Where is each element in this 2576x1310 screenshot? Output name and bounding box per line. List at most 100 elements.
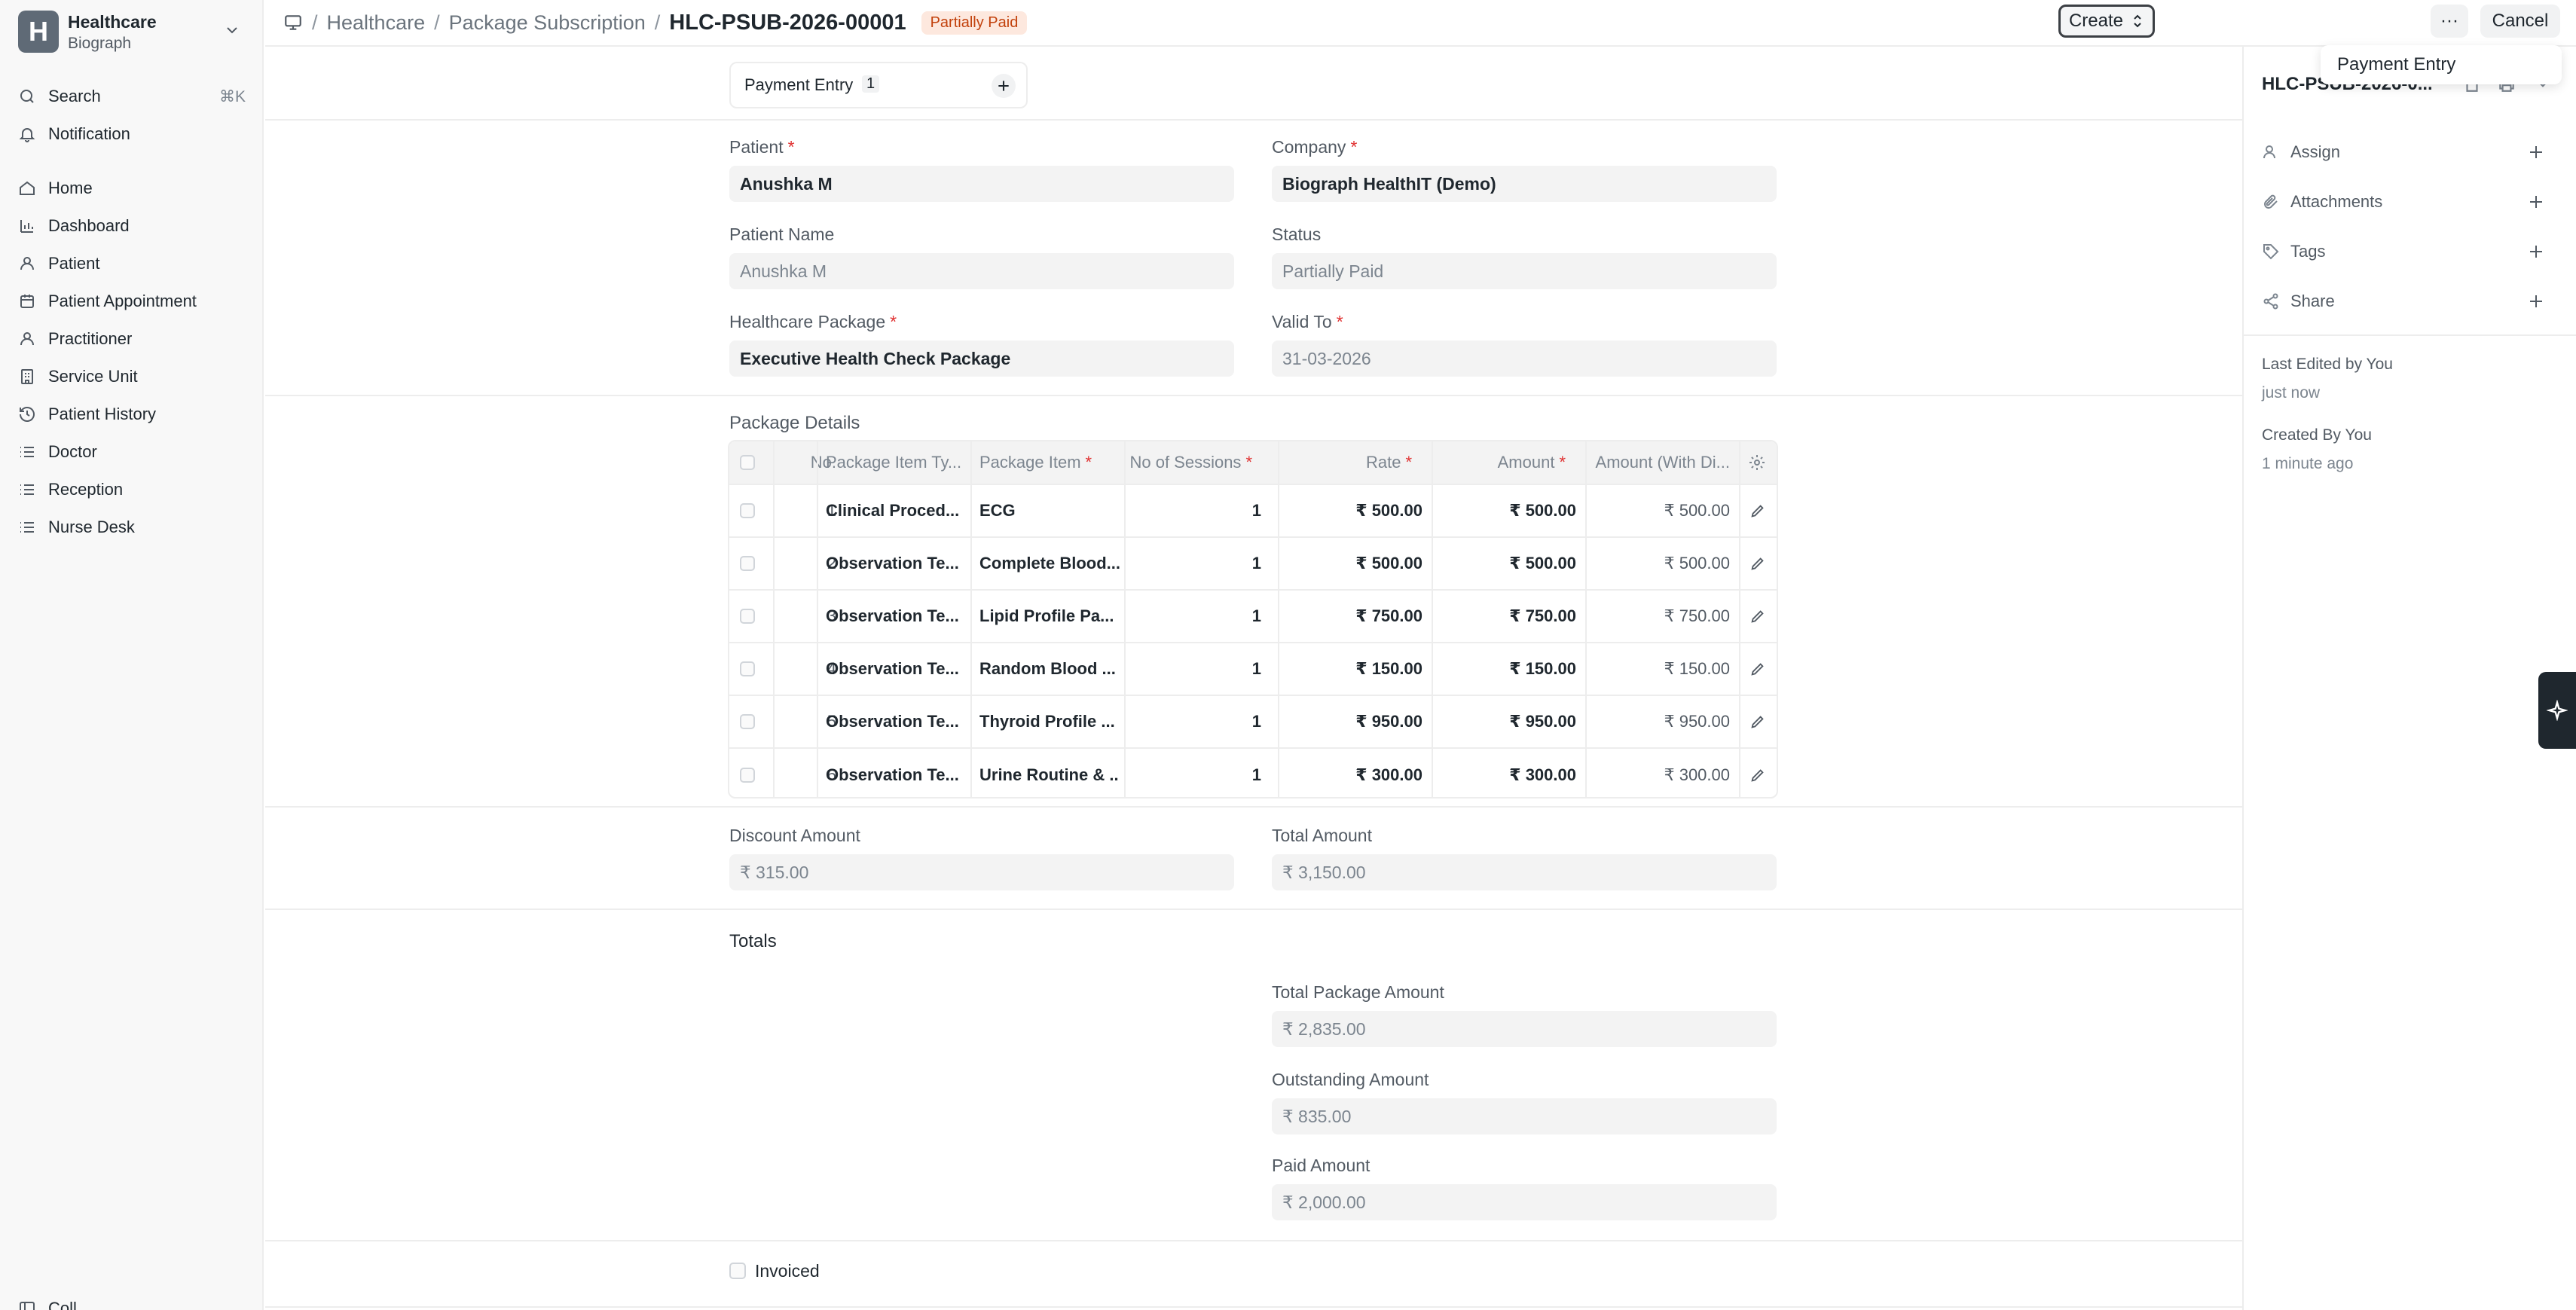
plus-icon[interactable] bbox=[2527, 143, 2545, 161]
add-payment-entry-button[interactable] bbox=[992, 74, 1016, 98]
cancel-button[interactable]: Cancel bbox=[2480, 5, 2560, 38]
sidebar-item-practitioner[interactable]: Practitioner bbox=[18, 322, 256, 356]
edit-row-button[interactable] bbox=[1749, 591, 1777, 642]
no-of-sessions-cell[interactable]: 1 bbox=[1124, 643, 1270, 695]
invoiced-checkbox[interactable] bbox=[729, 1263, 746, 1279]
rate-cell[interactable]: ₹ 500.00 bbox=[1278, 485, 1432, 536]
row-checkbox[interactable] bbox=[740, 714, 755, 729]
package-item-cell[interactable]: Random Blood ... bbox=[979, 643, 1120, 695]
sidebar-notification[interactable]: Notification bbox=[18, 118, 256, 151]
section-divider bbox=[265, 1306, 2242, 1308]
amount-cell[interactable]: ₹ 500.00 bbox=[1432, 538, 1585, 589]
edit-row-button[interactable] bbox=[1749, 696, 1777, 747]
edit-row-button[interactable] bbox=[1749, 749, 1777, 797]
breadcrumb-healthcare[interactable]: Healthcare bbox=[327, 11, 426, 35]
table-row[interactable]: 6 Observation Te... Urine Routine & ... 1 ₹ … bbox=[729, 749, 1777, 797]
table-row[interactable]: 3 Observation Te... Lipid Profile Pa... 1 ₹ … bbox=[729, 591, 1777, 643]
package-item-cell[interactable]: Lipid Profile Pa... bbox=[979, 591, 1120, 642]
package-item-cell[interactable]: Thyroid Profile ... bbox=[979, 696, 1120, 747]
no-of-sessions-cell[interactable]: 1 bbox=[1124, 696, 1270, 747]
more-actions-button[interactable]: ··· bbox=[2431, 5, 2468, 38]
edit-row-button[interactable] bbox=[1749, 643, 1777, 695]
sidebar-item-home[interactable]: Home bbox=[18, 172, 256, 205]
healthcare-package-field[interactable]: Executive Health Check Package bbox=[729, 340, 1234, 377]
row-checkbox[interactable] bbox=[740, 768, 755, 783]
table-row[interactable]: 5 Observation Te... Thyroid Profile ... 1 ₹ … bbox=[729, 696, 1777, 749]
paperclip-icon bbox=[2264, 194, 2278, 209]
plus-icon[interactable] bbox=[2527, 292, 2545, 310]
package-item-type-cell[interactable]: Observation Te... bbox=[826, 749, 966, 797]
rate-cell[interactable]: ₹ 150.00 bbox=[1278, 643, 1432, 695]
table-row[interactable]: 4 Observation Te... Random Blood ... 1 ₹ 150… bbox=[729, 643, 1777, 696]
no-of-sessions-cell[interactable]: 1 bbox=[1124, 485, 1270, 536]
package-item-type-cell[interactable]: Observation Te... bbox=[826, 591, 966, 642]
breadcrumb-separator: / bbox=[312, 11, 318, 34]
created-by-label: Created By You bbox=[2262, 426, 2372, 444]
sidebar-item-patient[interactable]: Patient bbox=[18, 247, 256, 280]
discount-amount-label: Discount Amount bbox=[729, 826, 860, 845]
sidebar-item-reception[interactable]: Reception bbox=[18, 473, 256, 506]
create-dropdown-item-payment-entry[interactable]: Payment Entry bbox=[2321, 45, 2562, 84]
breadcrumb-package-subscription[interactable]: Package Subscription bbox=[449, 11, 646, 35]
row-checkbox[interactable] bbox=[740, 556, 755, 571]
sidebar-item-doctor[interactable]: Doctor bbox=[18, 435, 256, 469]
table-row[interactable]: 1 Clinical Proced... ECG 1 ₹ 500.00 ₹ 500.00 ₹… bbox=[729, 485, 1777, 538]
assign-row[interactable]: Assign bbox=[2262, 137, 2556, 167]
row-checkbox[interactable] bbox=[740, 661, 755, 676]
select-all-checkbox[interactable] bbox=[740, 455, 755, 470]
patient-field[interactable]: Anushka M bbox=[729, 166, 1234, 202]
select-all-cell bbox=[740, 441, 762, 484]
rate-cell[interactable]: ₹ 950.00 bbox=[1278, 696, 1432, 747]
connections-payment-entry[interactable]: Payment Entry 1 bbox=[729, 62, 1028, 108]
sidebar-item-nurse-desk[interactable]: Nurse Desk bbox=[18, 511, 256, 544]
no-of-sessions-cell[interactable]: 1 bbox=[1124, 538, 1270, 589]
company-field[interactable]: Biograph HealthIT (Demo) bbox=[1272, 166, 1777, 202]
plus-icon bbox=[998, 81, 1009, 91]
plus-icon[interactable] bbox=[2527, 193, 2545, 211]
rate-cell[interactable]: ₹ 500.00 bbox=[1278, 538, 1432, 589]
sidebar-item-dashboard[interactable]: Dashboard bbox=[18, 209, 256, 243]
package-item-cell[interactable]: Urine Routine & ... bbox=[979, 749, 1120, 797]
package-item-type-cell[interactable]: Observation Te... bbox=[826, 538, 966, 589]
connection-label: Payment Entry bbox=[744, 75, 854, 94]
tag-icon bbox=[2263, 244, 2279, 260]
no-of-sessions-cell[interactable]: 1 bbox=[1124, 591, 1270, 642]
assistant-button[interactable] bbox=[2538, 672, 2576, 749]
rate-cell[interactable]: ₹ 300.00 bbox=[1278, 749, 1432, 797]
amount-cell[interactable]: ₹ 950.00 bbox=[1432, 696, 1585, 747]
row-checkbox[interactable] bbox=[740, 609, 755, 624]
tags-row[interactable]: Tags bbox=[2262, 237, 2556, 267]
sidebar-search[interactable]: Search ⌘K bbox=[18, 80, 256, 113]
amount-cell[interactable]: ₹ 500.00 bbox=[1432, 485, 1585, 536]
amount-cell[interactable]: ₹ 300.00 bbox=[1432, 749, 1585, 797]
sidebar-item-service-unit[interactable]: Service Unit bbox=[18, 360, 256, 393]
edit-row-button[interactable] bbox=[1749, 538, 1777, 589]
rate-cell[interactable]: ₹ 750.00 bbox=[1278, 591, 1432, 642]
create-button[interactable]: Create bbox=[2058, 5, 2155, 38]
table-row[interactable]: 2 Observation Te... Complete Blood... 1 ₹ 50… bbox=[729, 538, 1777, 591]
share-row[interactable]: Share bbox=[2262, 286, 2556, 316]
package-item-type-cell[interactable]: Clinical Proced... bbox=[826, 485, 966, 536]
total-package-amount-label: Total Package Amount bbox=[1272, 982, 1444, 1002]
desktop-icon[interactable] bbox=[283, 13, 303, 32]
workspace-switcher[interactable]: H Healthcare Biograph bbox=[18, 11, 256, 56]
plus-icon[interactable] bbox=[2527, 243, 2545, 261]
edit-row-button[interactable] bbox=[1749, 485, 1777, 536]
sidebar-item-patient-history[interactable]: Patient History bbox=[18, 398, 256, 431]
package-item-type-cell[interactable]: Observation Te... bbox=[826, 643, 966, 695]
last-edited-time: just now bbox=[2262, 384, 2321, 402]
attachments-row[interactable]: Attachments bbox=[2262, 187, 2556, 217]
sidebar-item-patient-appointment[interactable]: Patient Appointment bbox=[18, 285, 256, 318]
package-item-cell[interactable]: Complete Blood... bbox=[979, 538, 1120, 589]
row-checkbox[interactable] bbox=[740, 503, 755, 518]
column-settings[interactable] bbox=[1748, 441, 1777, 484]
sidebar-item-label: Nurse Desk bbox=[48, 518, 135, 536]
package-item-cell[interactable]: ECG bbox=[979, 485, 1120, 536]
valid-to-field[interactable]: 31-03-2026 bbox=[1272, 340, 1777, 377]
package-item-type-cell[interactable]: Observation Te... bbox=[826, 696, 966, 747]
share-label: Share bbox=[2290, 292, 2335, 310]
no-of-sessions-cell[interactable]: 1 bbox=[1124, 749, 1270, 797]
sidebar-collapse[interactable]: Coll... bbox=[18, 1297, 256, 1310]
amount-cell[interactable]: ₹ 750.00 bbox=[1432, 591, 1585, 642]
amount-cell[interactable]: ₹ 150.00 bbox=[1432, 643, 1585, 695]
